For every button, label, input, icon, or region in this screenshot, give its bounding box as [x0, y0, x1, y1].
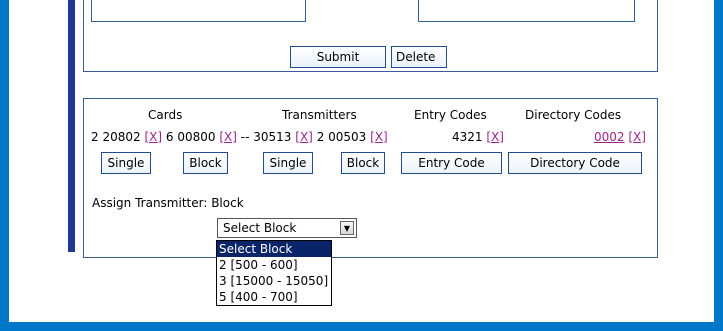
- top-right-input[interactable]: [418, 0, 635, 22]
- card-value: 6 00800: [165, 130, 216, 144]
- credentials-panel: [83, 98, 658, 258]
- cards-block-button[interactable]: Block: [183, 152, 228, 174]
- block-select-dropdown: Select Block 2 [500 - 600] 3 [15000 - 15…: [216, 240, 332, 306]
- submit-button[interactable]: Submit: [290, 46, 386, 68]
- chevron-down-icon[interactable]: ▼: [340, 221, 354, 235]
- transmitters-single-button[interactable]: Single: [263, 152, 313, 174]
- top-left-input[interactable]: [91, 0, 306, 22]
- dropdown-option[interactable]: 3 [15000 - 15050]: [217, 273, 331, 289]
- remove-directory-code-link[interactable]: [X]: [628, 130, 646, 144]
- cards-single-button[interactable]: Single: [101, 152, 151, 174]
- directory-code-link[interactable]: 0002: [594, 130, 625, 144]
- assign-transmitter-label: Assign Transmitter: Block: [92, 196, 244, 210]
- block-select-value: Select Block: [223, 221, 297, 235]
- separator-text: --: [240, 130, 250, 144]
- entry-code-button[interactable]: Entry Code: [401, 152, 502, 174]
- transmitters-block-button[interactable]: Block: [341, 152, 385, 174]
- directory-code-cell: 0002 [X]: [594, 130, 646, 144]
- block-select[interactable]: Select Block ▼: [217, 218, 357, 238]
- transmitter-value: 30513: [253, 130, 292, 144]
- delete-button[interactable]: Delete: [391, 46, 447, 68]
- remove-transmitter-link[interactable]: [X]: [370, 130, 388, 144]
- side-accent-bar: [68, 0, 75, 252]
- entry-code-value: 4321: [452, 130, 483, 144]
- cards-header: Cards: [148, 108, 183, 122]
- directory-codes-header: Directory Codes: [525, 108, 622, 122]
- dropdown-option[interactable]: 2 [500 - 600]: [217, 257, 331, 273]
- card-value: 2 20802: [91, 130, 141, 144]
- entry-code-cell: 4321 [X]: [452, 130, 504, 144]
- dropdown-option[interactable]: Select Block: [217, 241, 331, 257]
- transmitters-header: Transmitters: [282, 108, 357, 122]
- directory-code-button[interactable]: Directory Code: [508, 152, 642, 174]
- remove-entry-code-link[interactable]: [X]: [486, 130, 504, 144]
- entry-codes-header: Entry Codes: [414, 108, 487, 122]
- credentials-values-row: 2 20802 [X] 6 00800 [X] -- 30513 [X] 2 0…: [91, 130, 388, 144]
- remove-card-link[interactable]: [X]: [144, 130, 162, 144]
- dropdown-option[interactable]: 5 [400 - 700]: [217, 289, 331, 305]
- remove-card-link[interactable]: [X]: [219, 130, 237, 144]
- remove-transmitter-link[interactable]: [X]: [295, 130, 313, 144]
- transmitter-value: 2 00503: [316, 130, 367, 144]
